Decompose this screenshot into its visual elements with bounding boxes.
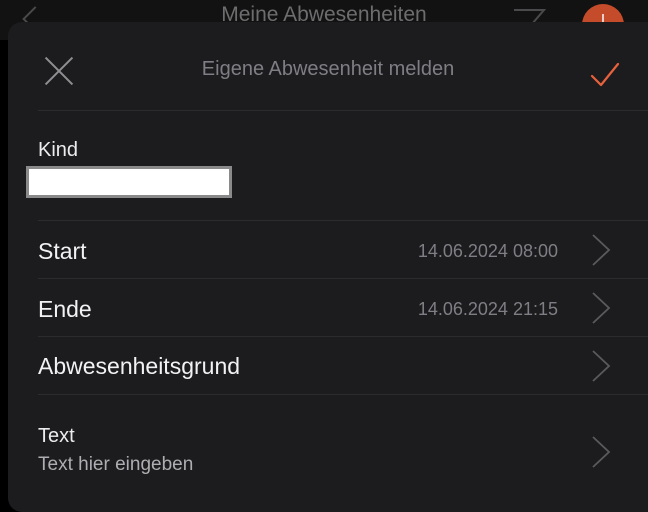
kind-field[interactable] [26, 166, 232, 198]
divider [38, 110, 648, 111]
text-input[interactable]: Text hier eingeben [38, 454, 193, 476]
end-row[interactable]: Ende 14.06.2024 21:15 [8, 279, 648, 337]
start-value: 14.06.2024 08:00 [417, 241, 558, 261]
end-label: Ende [38, 296, 92, 322]
chevron-right-icon [592, 292, 611, 324]
chevron-right-icon [592, 234, 611, 266]
start-label: Start [38, 238, 87, 264]
text-label: Text [38, 425, 75, 447]
checkmark-icon[interactable] [590, 60, 620, 90]
start-row[interactable]: Start 14.06.2024 08:00 [8, 221, 648, 279]
absence-sheet: Eigene Abwesenheit melden Kind Start 14.… [8, 22, 648, 512]
reason-label: Abwesenheitsgrund [38, 353, 241, 379]
end-value: 14.06.2024 21:15 [417, 299, 558, 319]
kind-label: Kind [38, 139, 79, 161]
text-row[interactable]: Text Text hier eingeben [8, 395, 648, 485]
chevron-right-icon [592, 436, 611, 468]
sheet-title: Eigene Abwesenheit melden [201, 58, 455, 80]
reason-row[interactable]: Abwesenheitsgrund [8, 337, 648, 395]
chevron-right-icon [592, 350, 611, 382]
